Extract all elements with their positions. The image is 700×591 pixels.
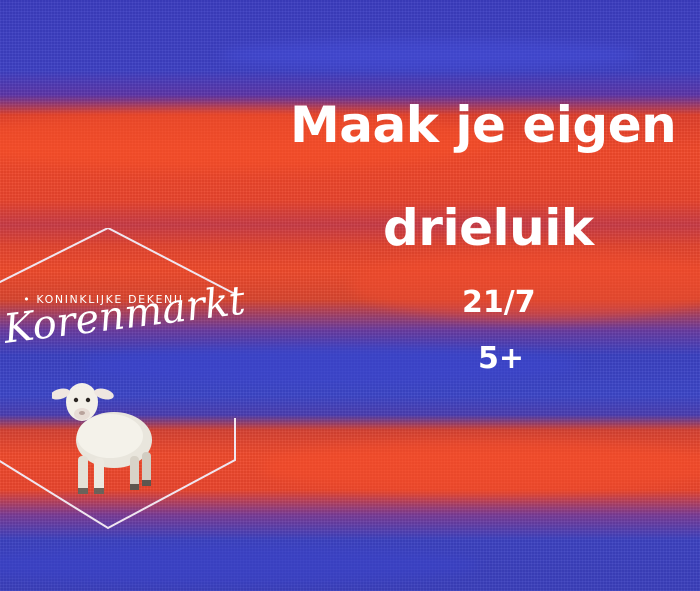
- event-date: 21/7: [462, 285, 536, 320]
- age-indicator: 5+: [478, 341, 525, 376]
- paint-streak: [220, 40, 640, 70]
- paint-streak: [260, 440, 700, 495]
- lamb-icon: [52, 383, 152, 494]
- headline-line-2: drieluik: [383, 199, 594, 257]
- headline-line-1: Maak je eigen: [290, 96, 677, 154]
- paint-streak: [0, 545, 480, 585]
